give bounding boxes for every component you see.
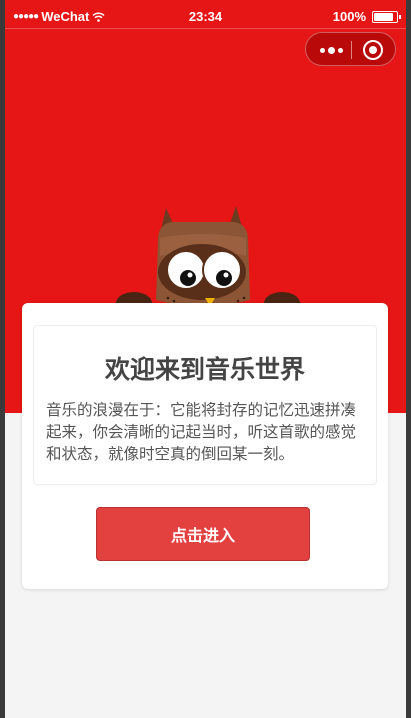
more-dots-icon[interactable] — [316, 41, 346, 59]
capsule-divider — [351, 41, 352, 59]
enter-button[interactable]: 点击进入 — [96, 507, 310, 561]
battery-percent: 100% — [332, 9, 366, 24]
mini-program-capsule — [305, 32, 396, 66]
status-right: 100% — [332, 9, 401, 24]
status-bar: ●●●●● WeChat 23:34 100% — [5, 0, 406, 29]
battery-level — [374, 12, 393, 21]
battery-icon — [372, 10, 401, 23]
welcome-card: 欢迎来到音乐世界 音乐的浪漫在于：它能将封存的记忆迅速拼凑起来，你会清晰的记起当… — [22, 303, 388, 589]
close-circle-icon[interactable] — [363, 40, 383, 60]
owl-mascot-icon — [116, 206, 300, 314]
card-title: 欢迎来到音乐世界 — [104, 356, 305, 384]
phone-screen: ●●●●● WeChat 23:34 100% 欢迎来到音乐世界 音乐的浪漫在于… — [5, 0, 406, 718]
card-description: 音乐的浪漫在于：它能将封存的记忆迅速拼凑起来，你会清晰的记起当时，听这首歌的感觉… — [46, 402, 357, 463]
intro-box: 欢迎来到音乐世界 音乐的浪漫在于：它能将封存的记忆迅速拼凑起来，你会清晰的记起当… — [33, 325, 377, 485]
